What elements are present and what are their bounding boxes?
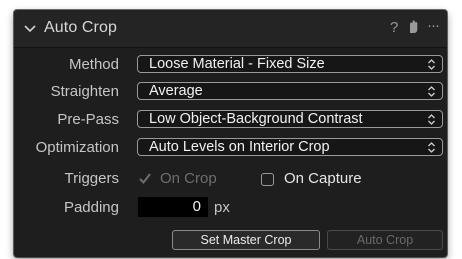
- padding-input[interactable]: 0: [138, 197, 208, 217]
- straighten-label: Straighten: [50, 83, 119, 100]
- method-value: Loose Material - Fixed Size: [149, 56, 325, 72]
- prepass-value: Low Object-Background Contrast: [149, 111, 363, 127]
- triggers-label: Triggers: [64, 170, 119, 187]
- chevron-down-icon[interactable]: [24, 21, 36, 39]
- method-select[interactable]: Loose Material - Fixed Size: [137, 55, 443, 73]
- auto-crop-button[interactable]: Auto Crop: [327, 230, 443, 250]
- on-capture-checkbox[interactable]: [261, 173, 274, 186]
- straighten-select[interactable]: Average: [137, 82, 443, 100]
- auto-crop-panel: Auto Crop ? ··· Method Loose Material - …: [14, 10, 447, 257]
- padding-value: 0: [192, 198, 201, 215]
- prepass-select[interactable]: Low Object-Background Contrast: [137, 110, 443, 128]
- straighten-value: Average: [149, 83, 203, 99]
- reset-hand-icon[interactable]: [407, 19, 421, 39]
- optimization-label: Optimization: [35, 139, 119, 156]
- on-crop-label: On Crop: [160, 170, 217, 187]
- padding-label: Padding: [63, 199, 119, 216]
- ellipsis-icon[interactable]: ···: [427, 17, 440, 34]
- on-capture-label[interactable]: On Capture: [284, 170, 362, 187]
- prepass-label: Pre-Pass: [57, 111, 119, 128]
- checkmark-icon: [139, 173, 151, 185]
- up-down-chevron-icon: [427, 113, 436, 131]
- up-down-chevron-icon: [427, 141, 436, 159]
- padding-unit: px: [214, 199, 230, 216]
- optimization-value: Auto Levels on Interior Crop: [149, 139, 330, 155]
- method-label: Method: [68, 56, 119, 73]
- optimization-select[interactable]: Auto Levels on Interior Crop: [137, 138, 443, 156]
- up-down-chevron-icon: [427, 85, 436, 103]
- on-crop-checkbox[interactable]: [138, 172, 152, 190]
- tool-header[interactable]: Auto Crop ? ···: [14, 10, 447, 48]
- set-master-crop-button[interactable]: Set Master Crop: [172, 230, 320, 250]
- tool-title: Auto Crop: [44, 19, 117, 36]
- question-icon[interactable]: ?: [390, 19, 398, 36]
- up-down-chevron-icon: [427, 58, 436, 76]
